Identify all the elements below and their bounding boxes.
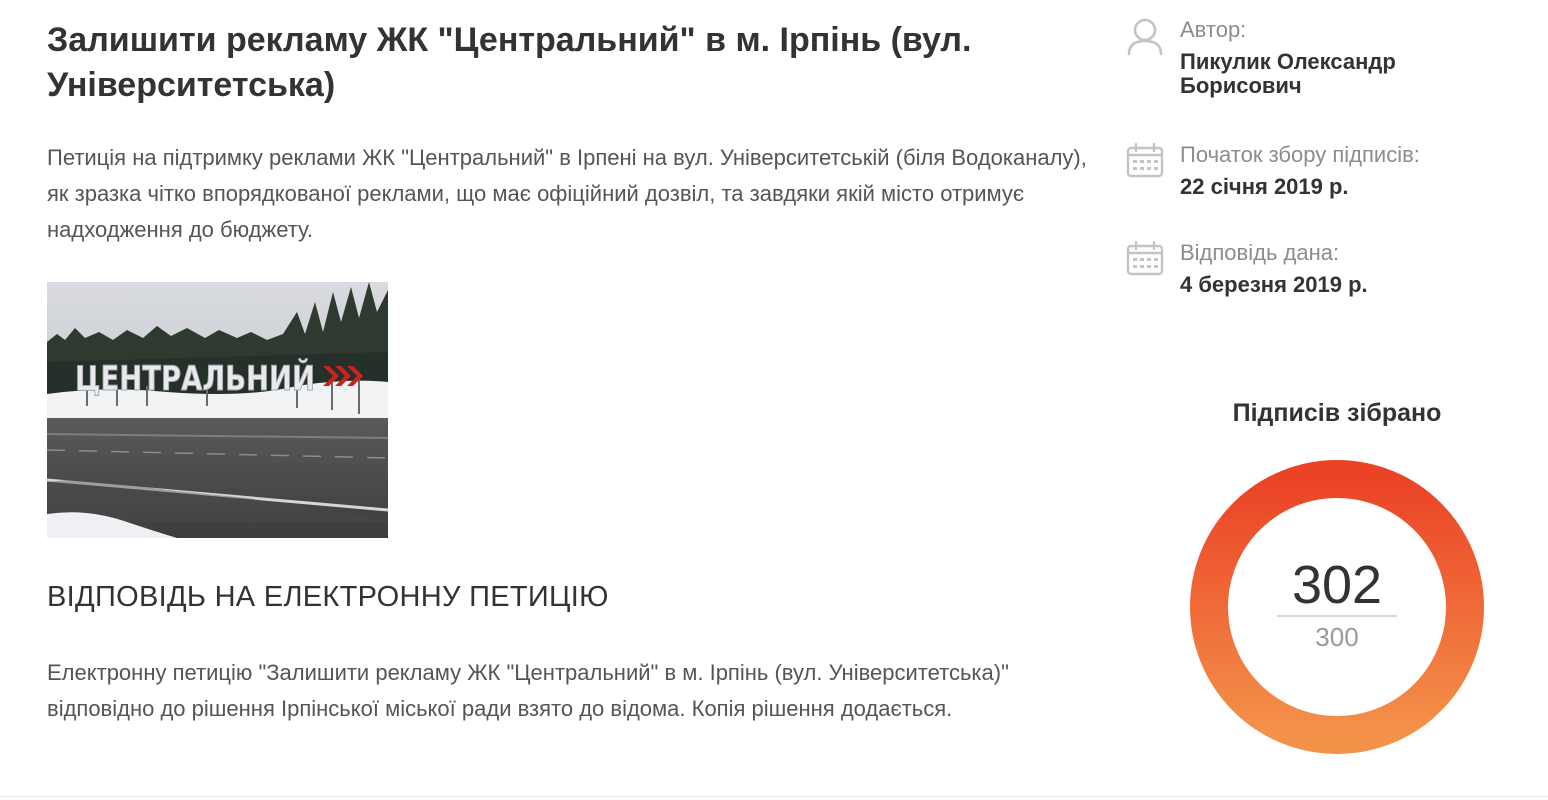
signatures-title: Підписів зібрано [1232,399,1442,427]
signatures-progress-ring: 302 300 [1189,459,1485,755]
signatures-target: 300 [1315,622,1359,652]
petition-page: Залишити рекламу ЖК "Центральний" в м. І… [0,0,1548,800]
signatures-count: 302 [1291,555,1383,615]
start-date-value: 22 січня 2019 р. [1180,174,1349,199]
petition-description: Петиція на підтримку реклами ЖК "Централ… [47,145,1087,242]
answer-text: Електронну петицію "Залишити рекламу ЖК … [47,660,1009,721]
section-divider [0,796,1548,797]
user-icon [1125,16,1165,60]
calendar-icon [1125,142,1165,187]
answer-heading: ВІДПОВІДЬ НА ЕЛЕКТРОННУ ПЕТИЦІЮ [47,581,609,613]
petition-photo[interactable]: ЦЕНТРАЛЬНИЙ [47,282,388,538]
answer-date-label: Відповідь дана: [1180,240,1340,265]
answer-date-value: 4 березня 2019 р. [1180,272,1368,297]
calendar-icon [1125,240,1165,285]
signatures-divider [1277,615,1397,617]
author-label: Автор: [1180,17,1247,42]
start-date-label: Початок збору підписів: [1180,142,1420,167]
photo-sign-text: ЦЕНТРАЛЬНИЙ [75,358,315,399]
petition-title: Залишити рекламу ЖК "Центральний" в м. І… [47,21,972,104]
author-name: Пикулик Олександр Борисович [1180,49,1396,98]
